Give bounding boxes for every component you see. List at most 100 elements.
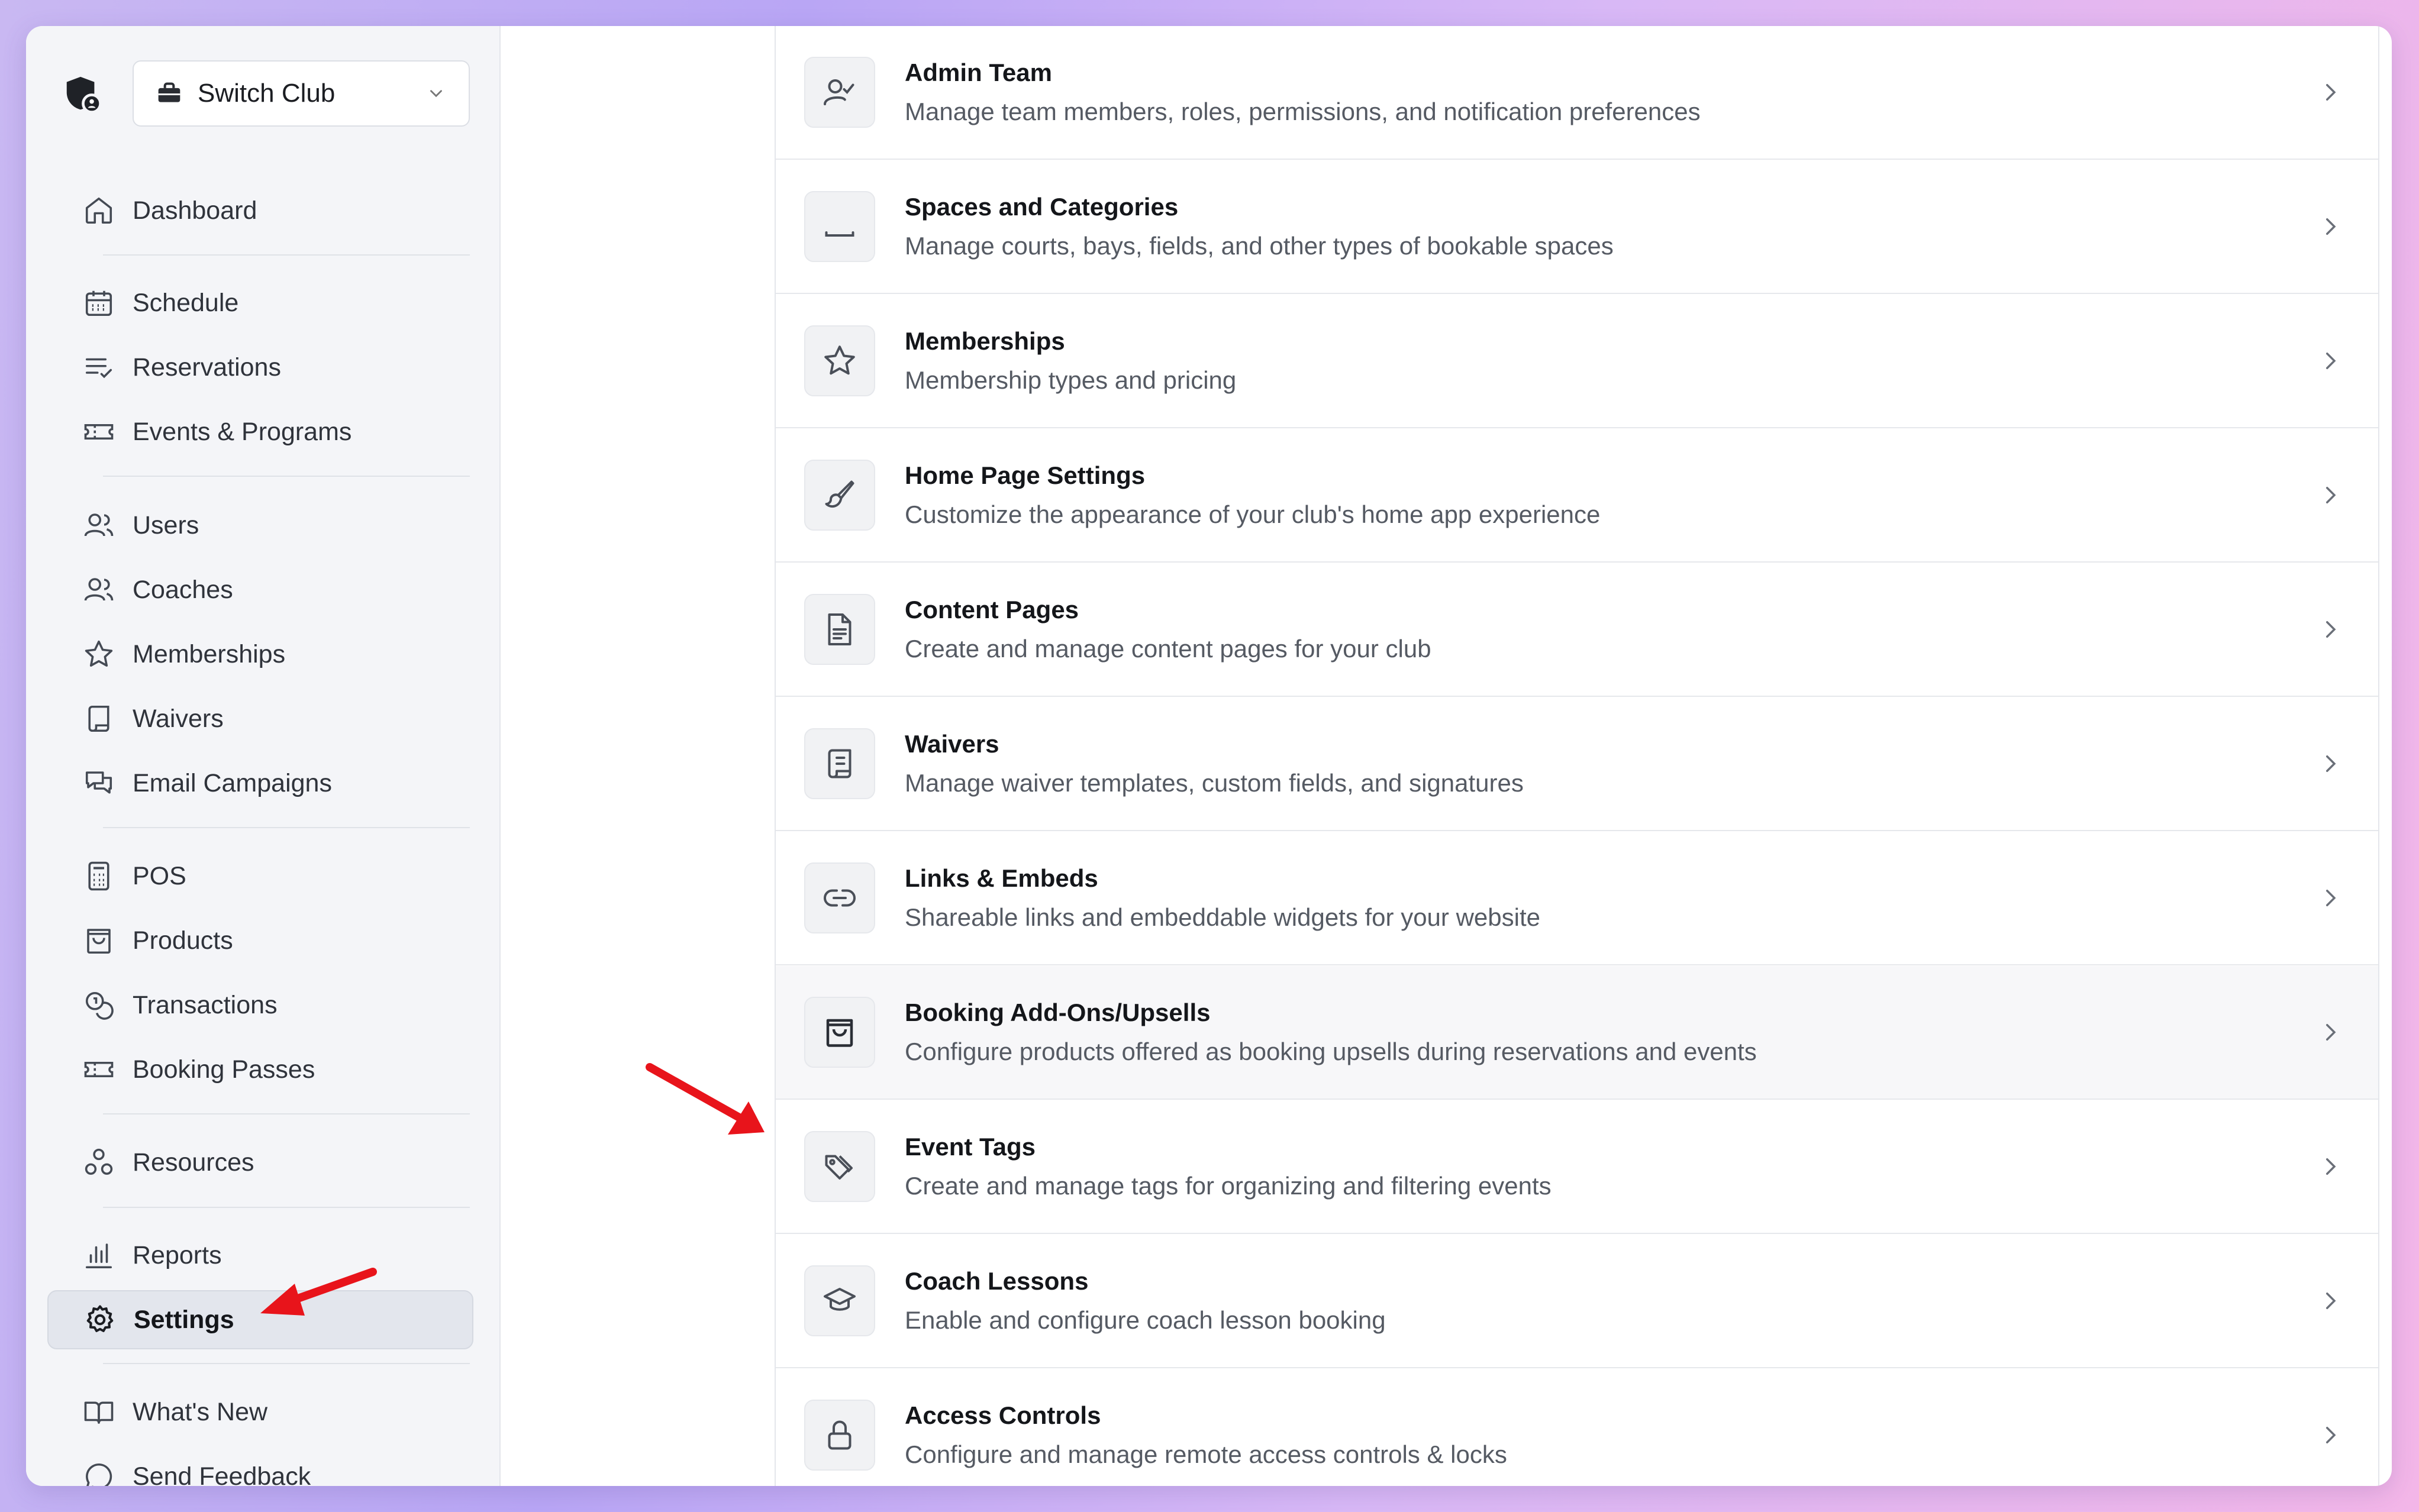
row-title: Event Tags xyxy=(905,1133,1036,1161)
nav-waivers[interactable]: Waivers xyxy=(47,689,473,748)
nav-settings[interactable]: Settings xyxy=(47,1290,473,1349)
link-icon xyxy=(824,889,856,907)
row-description: Enable and configure coach lesson bookin… xyxy=(905,1306,1386,1334)
settings-row-content-pages[interactable]: Content Pages Create and manage content p… xyxy=(776,563,2378,697)
shapes-icon xyxy=(85,1148,113,1175)
ticket-icon xyxy=(84,424,114,440)
tile xyxy=(804,1265,875,1336)
tile xyxy=(804,728,875,799)
coins-icon xyxy=(85,991,114,1020)
nav-events-programs[interactable]: Events & Programs xyxy=(47,402,473,461)
row-description: Membership types and pricing xyxy=(905,366,1237,394)
chevron-right-icon xyxy=(2326,890,2336,906)
lock-icon xyxy=(828,1420,852,1450)
nav-dashboard[interactable]: Dashboard xyxy=(47,181,473,240)
club-logo-icon xyxy=(66,76,102,114)
tile xyxy=(804,191,875,262)
chevron-right-icon xyxy=(2326,353,2336,369)
nav-send-feedback[interactable]: Send Feedback xyxy=(47,1447,473,1486)
row-description: Manage courts, bays, fields, and other t… xyxy=(905,232,1614,260)
app-window: Switch Club Dashboard Schedule Reservati… xyxy=(26,26,2392,1486)
nav-label: POS xyxy=(133,861,186,890)
file-text-icon xyxy=(828,613,852,645)
tile xyxy=(804,57,875,128)
nav-users[interactable]: Users xyxy=(47,496,473,555)
settings-row-waivers[interactable]: Waivers Manage waiver templates, custom f… xyxy=(776,697,2378,831)
nav-booking-passes[interactable]: Booking Passes xyxy=(47,1040,473,1099)
chevron-right-icon xyxy=(2326,621,2336,638)
nav-label: Resources xyxy=(133,1148,254,1177)
divider xyxy=(103,1113,470,1114)
calculator-icon xyxy=(88,861,109,891)
nav-pos[interactable]: POS xyxy=(47,847,473,906)
divider xyxy=(103,476,470,477)
chevron-right-icon xyxy=(2326,755,2336,772)
divider xyxy=(103,1207,470,1208)
tile xyxy=(804,1400,875,1471)
gear-icon xyxy=(86,1305,114,1332)
row-title: Home Page Settings xyxy=(905,461,1146,489)
chevron-right-icon xyxy=(2326,218,2336,235)
row-title: Access Controls xyxy=(905,1401,1101,1429)
row-description: Shareable links and embeddable widgets f… xyxy=(905,903,1540,931)
settings-row-links-embeds[interactable]: Links & Embeds Shareable links and embedd… xyxy=(776,832,2378,965)
coaches-icon xyxy=(84,578,114,601)
nav-memberships[interactable]: Memberships xyxy=(47,625,473,684)
nav-resources[interactable]: Resources xyxy=(47,1133,473,1192)
nav-label: Events & Programs xyxy=(133,417,352,446)
nav-label: Schedule xyxy=(133,288,239,317)
paintbrush-icon xyxy=(825,480,854,508)
row-title: Spaces and Categories xyxy=(905,193,1179,221)
settings-row-admin-team[interactable]: Admin Team Manage team members, roles, pe… xyxy=(776,26,2378,160)
settings-row-event-tags[interactable]: Event Tags Create and manage tags for org… xyxy=(776,1100,2378,1234)
nav-reservations[interactable]: Reservations xyxy=(47,338,473,397)
settings-row-coach-lessons[interactable]: Coach Lessons Enable and configure coach … xyxy=(776,1235,2378,1368)
nav-label: Users xyxy=(133,511,199,539)
tile xyxy=(804,997,875,1068)
star-icon xyxy=(824,345,855,375)
row-description: Configure products offered as booking up… xyxy=(905,1038,1757,1065)
nav-label: Products xyxy=(133,926,233,955)
nav-transactions[interactable]: Transactions xyxy=(47,975,473,1035)
nav-reports[interactable]: Reports xyxy=(47,1226,473,1285)
nav-label: Memberships xyxy=(133,639,286,668)
tile xyxy=(804,460,875,531)
nav-schedule[interactable]: Schedule xyxy=(47,273,473,332)
settings-row-spaces-categories[interactable]: Spaces and Categories Manage courts, bays… xyxy=(776,160,2378,294)
nav-label: Email Campaigns xyxy=(133,768,332,797)
club-switcher[interactable]: Switch Club xyxy=(133,60,470,127)
shopping-bag-icon xyxy=(826,1019,853,1047)
graduation-cap-icon xyxy=(824,1288,856,1311)
nav-label: Reports xyxy=(133,1240,222,1269)
message-circle-icon xyxy=(86,1463,112,1486)
user-check-icon xyxy=(824,79,854,105)
row-description: Manage team members, roles, permissions,… xyxy=(905,98,1701,125)
ticket-icon xyxy=(84,1061,114,1078)
chevron-right-icon xyxy=(2326,84,2336,101)
chevron-down-icon xyxy=(430,90,442,98)
chevron-right-icon xyxy=(2326,1024,2336,1041)
shopping-bag-icon xyxy=(87,929,111,954)
nav-whats-new[interactable]: What's New xyxy=(47,1382,473,1442)
nav-products[interactable]: Products xyxy=(47,911,473,970)
settings-row-memberships[interactable]: Memberships Membership types and pricing xyxy=(776,295,2378,428)
list-check-icon xyxy=(85,358,112,379)
underscore-icon xyxy=(825,231,854,237)
nav-label: Send Feedback xyxy=(133,1462,311,1487)
nav-email-campaigns[interactable]: Email Campaigns xyxy=(47,754,473,813)
settings-row-access-controls[interactable]: Access Controls Configure and manage remo… xyxy=(776,1369,2378,1486)
briefcase-icon xyxy=(158,82,180,102)
settings-row-home-page[interactable]: Home Page Settings Customize the appearan… xyxy=(776,429,2378,563)
sidebar: Switch Club Dashboard Schedule Reservati… xyxy=(26,26,501,1486)
nav-coaches[interactable]: Coaches xyxy=(47,560,473,619)
club-name: Switch Club xyxy=(198,79,336,108)
tile xyxy=(804,1131,875,1202)
row-title: Content Pages xyxy=(905,596,1079,623)
calendar-icon xyxy=(85,290,112,316)
tags-icon xyxy=(825,1155,853,1180)
chat-bubbles-icon xyxy=(85,771,112,794)
chevron-right-icon xyxy=(2326,1158,2336,1175)
settings-row-booking-addons[interactable]: Booking Add-Ons/Upsells Configure product… xyxy=(776,966,2378,1100)
row-description: Customize the appearance of your club's … xyxy=(905,500,1601,528)
row-title: Waivers xyxy=(905,730,999,758)
